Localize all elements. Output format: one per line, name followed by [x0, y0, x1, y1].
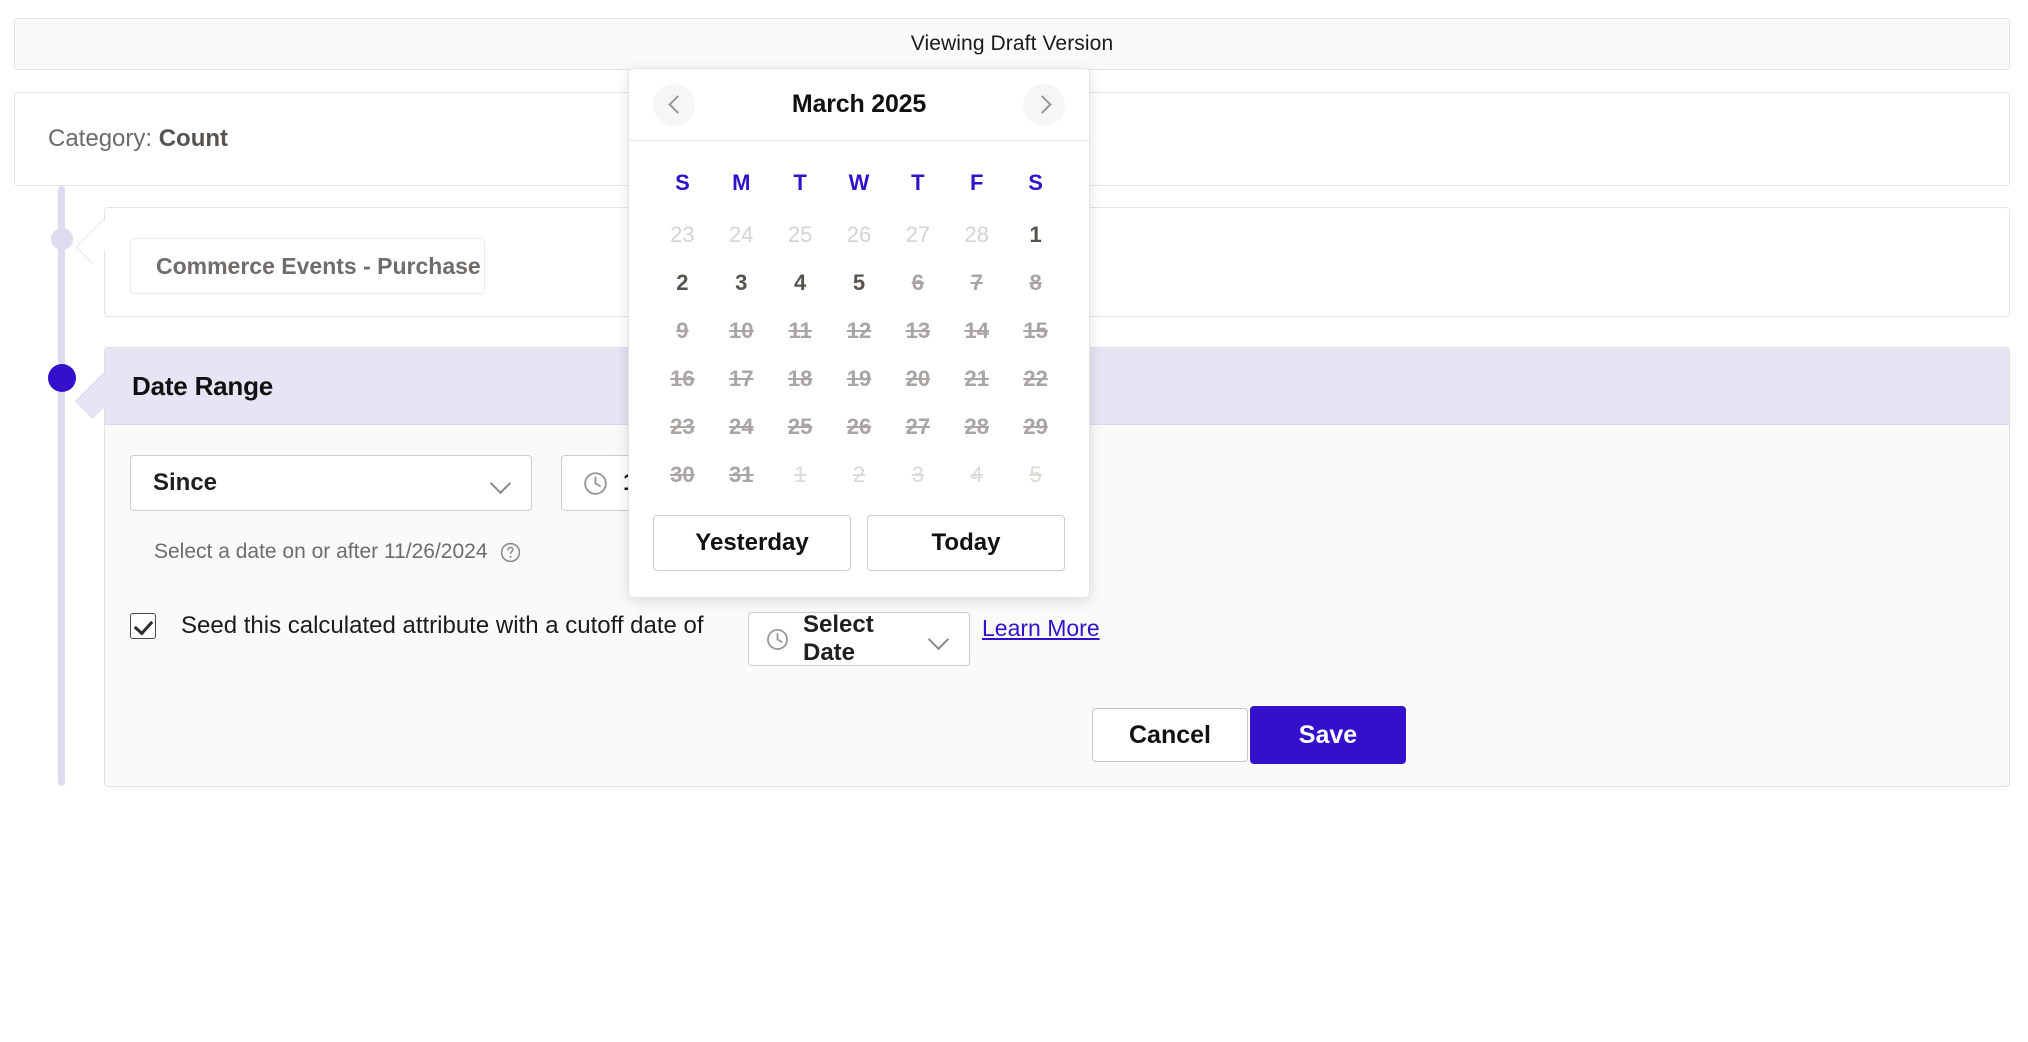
- calendar-day: 27: [905, 414, 931, 439]
- event-pill-label: Commerce Events - Purchase: [156, 252, 481, 279]
- calendar-day: 2: [852, 462, 866, 487]
- timeline-dot-date-range[interactable]: [48, 364, 76, 392]
- app-root: Viewing Draft Version Category: Count Co…: [0, 0, 2028, 1042]
- calendar-month-title: March 2025: [791, 90, 927, 118]
- calendar-day[interactable]: 2: [653, 259, 712, 307]
- calendar-day: 10: [729, 318, 754, 343]
- calendar-week-row: 16 17 18 19 20 21 22: [653, 355, 1065, 403]
- calendar-day: 6: [911, 270, 924, 295]
- calendar-weekday-2: T: [793, 170, 807, 195]
- date-range-operator-select[interactable]: Since: [130, 455, 532, 511]
- calendar-week-row: 30 31 1 2 3 4 5: [653, 451, 1065, 499]
- calendar-day: 21: [964, 366, 989, 391]
- calendar-day: 26: [846, 414, 872, 439]
- seed-cutoff-row: Seed this calculated attribute with a cu…: [130, 612, 704, 640]
- calendar-day: 1: [794, 462, 807, 487]
- calendar-day: 3: [911, 462, 924, 487]
- calendar-day: 8: [1029, 270, 1042, 295]
- learn-more-link[interactable]: Learn More: [982, 615, 1100, 642]
- calendar-next-month-button[interactable]: [1022, 83, 1065, 126]
- seed-cutoff-date-value: Select Date: [803, 611, 874, 666]
- calendar-body: SMTWTFS 23 24 25 26 27 28 1 2 3 4 5 6 7 8 9 10 11 12 13 14 1…: [629, 141, 1089, 499]
- calendar-week-row: 23 24 25 26 27 28 1: [653, 211, 1065, 259]
- chevron-left-icon: [667, 97, 682, 112]
- calendar-day: 24: [729, 414, 754, 439]
- timeline-dot-event[interactable]: [51, 228, 73, 250]
- calendar-weekday-3: W: [848, 170, 870, 195]
- calendar-day: 31: [729, 462, 754, 487]
- draft-version-banner: Viewing Draft Version: [14, 18, 2010, 70]
- category-label: Category: Count: [15, 125, 228, 153]
- timeline-rail: [58, 186, 65, 786]
- calendar-week-row: 23456 7 8: [653, 259, 1065, 307]
- chevron-right-icon: [1036, 97, 1051, 112]
- cancel-button[interactable]: Cancel: [1092, 708, 1248, 762]
- calendar-day: 29: [1023, 414, 1048, 439]
- event-pill[interactable]: Commerce Events - Purchase: [130, 238, 485, 294]
- date-range-operator-value: Since: [153, 469, 218, 496]
- date-range-helper: Select a date on or after 11/26/2024: [154, 540, 522, 564]
- draft-version-label: Viewing Draft Version: [910, 32, 1114, 55]
- calendar-day: 17: [729, 366, 754, 391]
- calendar-day: 12: [846, 318, 872, 343]
- calendar-quick-actions: Yesterday Today: [629, 499, 1089, 593]
- calendar-day: 23: [670, 414, 695, 439]
- calendar-prev-month-button[interactable]: [653, 83, 695, 126]
- seed-cutoff-date-select[interactable]: Select Date: [748, 611, 970, 666]
- calendar-day: 28: [964, 414, 989, 439]
- seed-cutoff-checkbox[interactable]: [130, 613, 156, 639]
- calendar-day: 24: [729, 222, 754, 247]
- chevron-down-icon: [929, 629, 949, 649]
- seed-cutoff-label: Seed this calculated attribute with a cu…: [181, 612, 704, 639]
- calendar-yesterday-button[interactable]: Yesterday: [653, 515, 851, 571]
- calendar-day: 4: [970, 462, 983, 487]
- calendar-day: 14: [964, 318, 989, 343]
- calendar-day: 25: [787, 222, 813, 247]
- clock-icon: [584, 471, 607, 495]
- category-value: Count: [158, 125, 229, 152]
- calendar-weekday-4: T: [911, 170, 925, 195]
- calendar-day: 18: [787, 366, 813, 391]
- calendar-day-grid: 23 24 25 26 27 28 1 2 3 4 5 6 7 8 9 10 11 12 13 14 15 16 17 18 1…: [653, 211, 1065, 499]
- calendar-weekday-0: S: [675, 170, 690, 195]
- calendar-day: 28: [964, 222, 989, 247]
- calendar-day: 13: [905, 318, 931, 343]
- calendar-week-row: 9 10 11 12 13 14 15: [653, 307, 1065, 355]
- calendar-day[interactable]: 1: [1006, 211, 1065, 259]
- calendar-today-button[interactable]: Today: [867, 515, 1065, 571]
- question-circle-icon[interactable]: [499, 541, 522, 564]
- clock-icon: [767, 628, 788, 650]
- calendar-day: 11: [788, 318, 812, 343]
- calendar-week-row: 23 24 25 26 27 28 29: [653, 403, 1065, 451]
- calendar-day: 23: [670, 222, 695, 247]
- calendar-day: 16: [670, 366, 695, 391]
- calendar-header: March 2025: [629, 69, 1089, 141]
- calendar-day: 9: [676, 318, 689, 343]
- date-range-helper-text: Select a date on or after 11/26/2024: [154, 540, 488, 563]
- save-button[interactable]: Save: [1250, 706, 1406, 764]
- calendar-day[interactable]: 4: [771, 259, 830, 307]
- calendar-day: 7: [970, 270, 983, 295]
- chevron-down-icon: [491, 473, 511, 493]
- calendar-weekday-5: F: [969, 170, 984, 195]
- calendar-weekday-6: S: [1028, 170, 1043, 195]
- calendar-day: 15: [1023, 318, 1048, 343]
- calendar-day: 30: [670, 462, 695, 487]
- category-prefix: Category:: [48, 125, 159, 152]
- date-range-title: Date Range: [132, 370, 274, 401]
- calendar-day[interactable]: 5: [830, 259, 889, 307]
- calendar-day: 20: [905, 366, 931, 391]
- calendar-day: 22: [1023, 366, 1048, 391]
- date-picker-popover: March 2025 SMTWTFS 23 24 25 26 27 28 1 2 3 4 5 6 7 8 9…: [628, 68, 1090, 598]
- calendar-weekday-row: SMTWTFS: [653, 155, 1065, 211]
- calendar-day: 5: [1029, 462, 1042, 487]
- calendar-day: 27: [905, 222, 931, 247]
- calendar-day: 25: [787, 414, 813, 439]
- calendar-day: 19: [846, 366, 872, 391]
- calendar-day[interactable]: 3: [712, 259, 771, 307]
- calendar-weekday-1: M: [732, 170, 751, 195]
- calendar-day: 26: [846, 222, 872, 247]
